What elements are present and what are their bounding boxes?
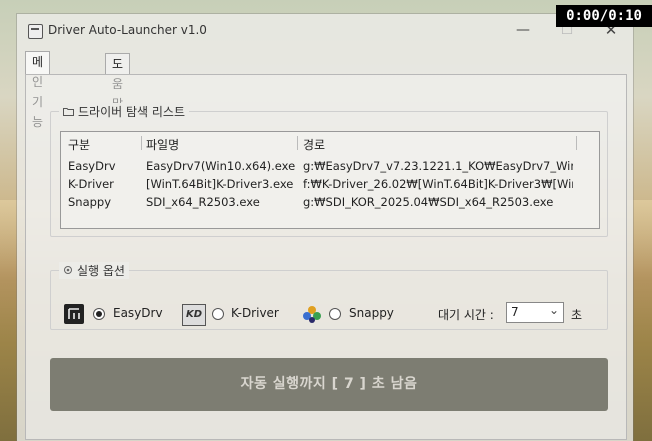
- chevron-down-icon: ⌄: [548, 303, 559, 317]
- video-timer-overlay: 0:00/0:10: [556, 5, 652, 27]
- minimize-button[interactable]: —: [501, 18, 545, 42]
- list-header: 구분 파일명 경로: [61, 132, 599, 154]
- table-row[interactable]: K-Driver [WinT.64Bit]K-Driver3.exe f:₩K-…: [61, 176, 599, 193]
- options-legend: 실행 옵션: [59, 262, 129, 279]
- column-divider[interactable]: [297, 136, 298, 150]
- snappy-icon: [302, 304, 322, 324]
- wait-time-unit: 초: [571, 308, 583, 322]
- kdriver-icon: KD: [182, 304, 206, 326]
- cell-path: g:₩EasyDrv7_v7.23.1221.1_KO₩EasyDrv7_Win…: [303, 159, 573, 173]
- easydrv-icon: [64, 304, 84, 324]
- cell-path: g:₩SDI_KOR_2025.04₩SDI_x64_R2503.exe: [303, 195, 554, 209]
- cell-filename: SDI_x64_R2503.exe: [146, 195, 260, 209]
- cell-path: f:₩K-Driver_26.02₩[WinT.64Bit]K-Driver3₩…: [303, 177, 573, 191]
- title-bar: Driver Auto-Launcher v1.0 — ☐ ✕: [17, 14, 633, 47]
- radio-snappy[interactable]: [329, 308, 341, 320]
- app-icon: [28, 24, 43, 39]
- option-label: K-Driver: [231, 306, 279, 320]
- wait-time-value: 7: [511, 305, 519, 319]
- cell-type: EasyDrv: [68, 159, 116, 173]
- folder-icon: [63, 105, 74, 119]
- wait-time-select[interactable]: 7 ⌄: [506, 302, 564, 323]
- cell-type: Snappy: [68, 195, 112, 209]
- column-divider[interactable]: [576, 136, 577, 150]
- tab-main[interactable]: 메인 기능: [25, 51, 51, 129]
- option-label: Snappy: [349, 306, 394, 320]
- app-window: Driver Auto-Launcher v1.0 — ☐ ✕ 메인 기능 도움…: [17, 14, 633, 441]
- table-row[interactable]: EasyDrv EasyDrv7(Win10.x64).exe g:₩EasyD…: [61, 158, 599, 175]
- table-row[interactable]: Snappy SDI_x64_R2503.exe g:₩SDI_KOR_2025…: [61, 194, 599, 211]
- window-title: Driver Auto-Launcher v1.0: [48, 23, 207, 37]
- column-header-type[interactable]: 구분: [68, 136, 144, 153]
- auto-run-button[interactable]: 자동 실행까지 [ 7 ] 초 남음: [50, 358, 608, 411]
- column-header-path[interactable]: 경로: [303, 136, 573, 153]
- column-divider[interactable]: [141, 136, 142, 150]
- driver-list-legend: 드라이버 탐색 리스트: [59, 103, 189, 120]
- gear-icon: [63, 264, 73, 278]
- cell-type: K-Driver: [68, 177, 114, 191]
- driver-list-title: 드라이버 탐색 리스트: [78, 105, 185, 119]
- column-header-filename[interactable]: 파일명: [146, 136, 298, 153]
- cell-filename: [WinT.64Bit]K-Driver3.exe: [146, 177, 294, 191]
- main-panel: 드라이버 탐색 리스트 구분 파일명 경로 EasyDrv EasyDrv7(W…: [25, 74, 627, 440]
- radio-easydrv[interactable]: [93, 308, 105, 320]
- radio-kdriver[interactable]: [212, 308, 224, 320]
- wait-time-label: 대기 시간 :: [438, 308, 494, 322]
- options-title: 실행 옵션: [77, 264, 125, 278]
- driver-list[interactable]: 구분 파일명 경로 EasyDrv EasyDrv7(Win10.x64).ex…: [60, 131, 600, 229]
- option-label: EasyDrv: [113, 306, 163, 320]
- tab-help[interactable]: 도움말: [105, 53, 131, 111]
- cell-filename: EasyDrv7(Win10.x64).exe: [146, 159, 296, 173]
